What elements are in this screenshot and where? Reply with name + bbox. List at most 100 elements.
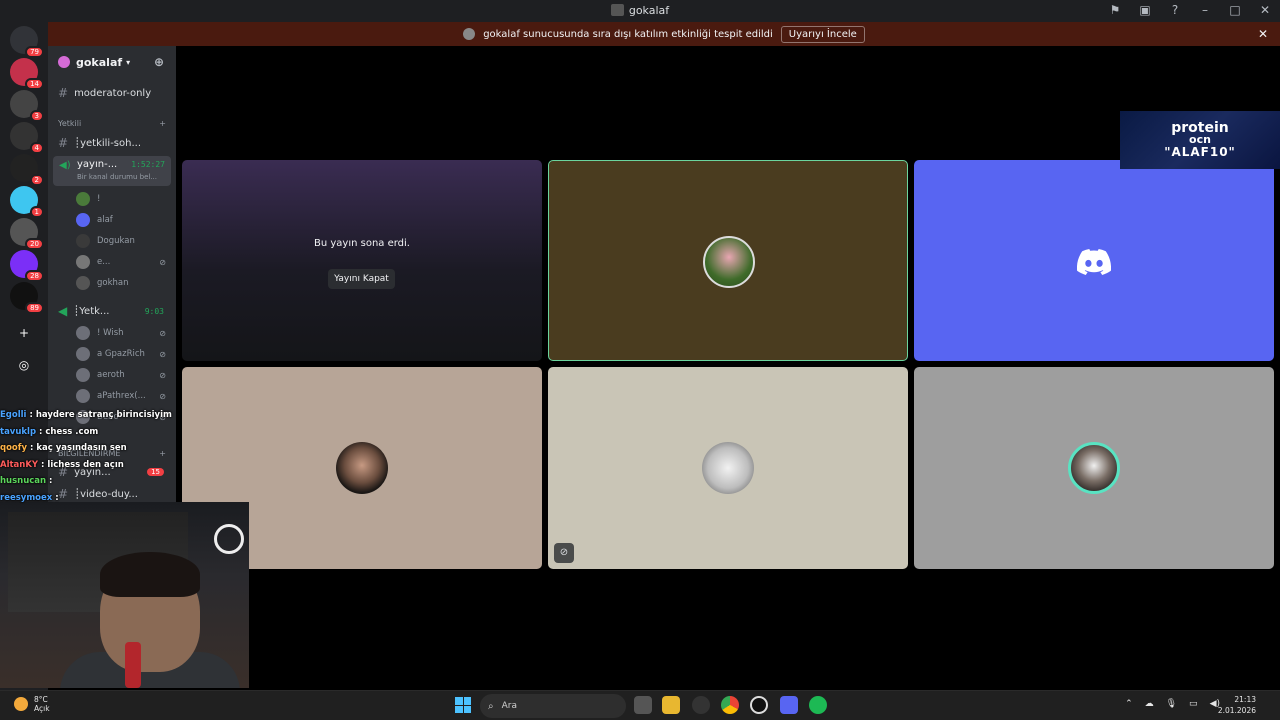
chevron-up-icon[interactable]: ⌃ [1125,699,1133,709]
add-channel-icon[interactable]: + [159,119,166,128]
taskbar: 8°C Açık ⌕ Ara ⌃ ☁ 🎙 ▭ ◀) 21:13 2.01.202… [0,690,1280,720]
start-button[interactable] [455,697,471,713]
stream-tile-ended[interactable]: Bu yayın sona erdi. Yayını Kapat [182,160,542,361]
server-icon [58,56,70,68]
mic-muted-icon: ⊘ [159,391,166,401]
chat-text: kaç yaşındasın sen [36,443,127,454]
mention-badge: 14 [25,78,44,90]
clock[interactable]: 21:13 2.01.2026 [1218,694,1256,716]
stream-ended-message: Bu yayın sona erdi. [313,238,410,249]
search-box[interactable]: ⌕ Ara [480,694,626,718]
category-yetkili[interactable]: Yetkili + [58,119,166,128]
mic-muted-icon: ⊘ [159,257,166,267]
add-server-icon[interactable]: + [10,319,38,347]
invite-icon[interactable]: ⊕ [154,55,164,69]
mention-badge: 28 [25,270,44,282]
server-icon[interactable]: 14 [10,58,44,90]
weather-sun-icon [14,697,28,711]
chat-message: husnucan : [0,476,53,487]
avatar [76,276,90,290]
chrome-icon[interactable] [721,696,739,714]
file-explorer-icon[interactable] [662,696,680,714]
mention-badge: 1 [29,206,44,218]
screen-icon[interactable]: ▣ [1138,3,1152,17]
spotify-icon[interactable] [809,696,827,714]
avatar [76,368,90,382]
app-icon[interactable] [692,696,710,714]
title-bar: gokalaf ⚑ ▣ ? – □ ✕ [0,0,1280,22]
chevron-down-icon: ▾ [126,57,131,67]
minimize-icon[interactable]: – [1198,3,1212,17]
weather-widget[interactable]: 8°C Açık [14,695,50,713]
server-avatar-icon [463,28,476,40]
chat-message: reesymoex : [0,492,59,503]
voice-user[interactable]: aeroth ⊘ [76,366,170,384]
voice-channel-yetkili[interactable]: ◀ ┊Yetk... 9:03 [54,301,170,321]
server-icon[interactable]: 2 [10,154,44,186]
maximize-icon[interactable]: □ [1228,3,1242,17]
help-icon[interactable]: ? [1168,3,1182,17]
server-icon[interactable]: 20 [10,218,44,250]
avatar [336,442,388,494]
alert-banner: gokalaf sunucusunda sıra dışı katılım et… [48,22,1280,46]
chatgpt-icon[interactable] [750,696,768,714]
server-icon[interactable]: 3 [10,90,44,122]
mention-badge: 2 [29,174,44,186]
avatar [76,234,90,248]
chat-username: qoofy [0,443,28,454]
close-stream-button[interactable]: Yayını Kapat [328,269,395,289]
voice-user[interactable]: a GpazRich ⊘ [76,345,170,363]
server-icon[interactable]: 79 [10,26,44,58]
server-icon[interactable]: 89 [10,282,44,314]
discord-icon[interactable] [780,696,798,714]
channel-yetkili-sohbet[interactable]: # ┊yetkili-soh... [54,133,170,153]
discord-icon [1077,249,1111,275]
participant-tile[interactable] [914,367,1274,569]
participant-tile[interactable] [914,160,1274,361]
close-icon[interactable]: ✕ [1258,3,1272,17]
close-icon[interactable]: ✕ [1258,27,1268,41]
review-warning-button[interactable]: Uyarıyı İncele [780,25,865,43]
voice-user[interactable]: aPathrex(... ⊘ [76,387,170,405]
discover-icon[interactable]: ◎ [10,351,38,379]
voice-user[interactable]: ! [76,190,170,208]
mention-badge: 20 [25,238,44,250]
chat-username: tavuklp [0,426,37,437]
webcam-overlay [0,502,249,688]
speaker-icon: ◀ [58,304,68,318]
voice-user[interactable]: e... ⊘ [76,253,170,271]
person-hair [100,552,200,597]
participant-tile[interactable]: ⊘ [548,367,908,569]
server-icon[interactable]: 4 [10,122,44,154]
avatar [76,326,90,340]
server-icon[interactable]: 28 [10,250,44,282]
active-voice-channel[interactable]: ◀) yayın-... 1:52:27 Bir kanal durumu be… [53,156,171,186]
display-icon[interactable]: ▭ [1189,699,1198,709]
stream-chat-overlay: Egolli : haydere satranç birincisiyim tav… [0,407,180,507]
inbox-icon[interactable]: ⚑ [1108,3,1122,17]
avatar [1068,442,1120,494]
window-title: gokalaf [0,4,1280,17]
voice-user[interactable]: alaf [76,211,170,229]
mention-badge: 89 [25,302,44,314]
cloud-icon[interactable]: ☁ [1145,699,1154,709]
chat-message: AltanKY : lichess den açın [0,459,124,470]
server-icon[interactable]: 1 [10,186,44,218]
voice-user[interactable]: ! Wish ⊘ [76,324,170,342]
chat-username: reesymoex [0,492,53,503]
avatar [76,213,90,227]
server-header[interactable]: gokalaf ▾ ⊕ [48,46,176,78]
chat-username: Egolli [0,410,27,420]
task-view-icon[interactable] [634,696,652,714]
mention-badge: 3 [29,110,44,122]
mic-icon[interactable]: 🎙 [1166,699,1177,709]
mention-badge: 79 [25,46,44,58]
participant-tile[interactable] [548,160,908,361]
chat-message: tavuklp : chess .com [0,426,99,437]
system-tray: ⌃ ☁ 🎙 ▭ ◀) [1125,699,1220,709]
search-icon: ⌕ [488,700,494,712]
voice-user[interactable]: Dogukan [76,232,170,250]
voice-user[interactable]: gokhan [76,274,170,292]
channel-moderator-only[interactable]: # moderator-only [54,83,170,103]
microphone [125,642,141,688]
